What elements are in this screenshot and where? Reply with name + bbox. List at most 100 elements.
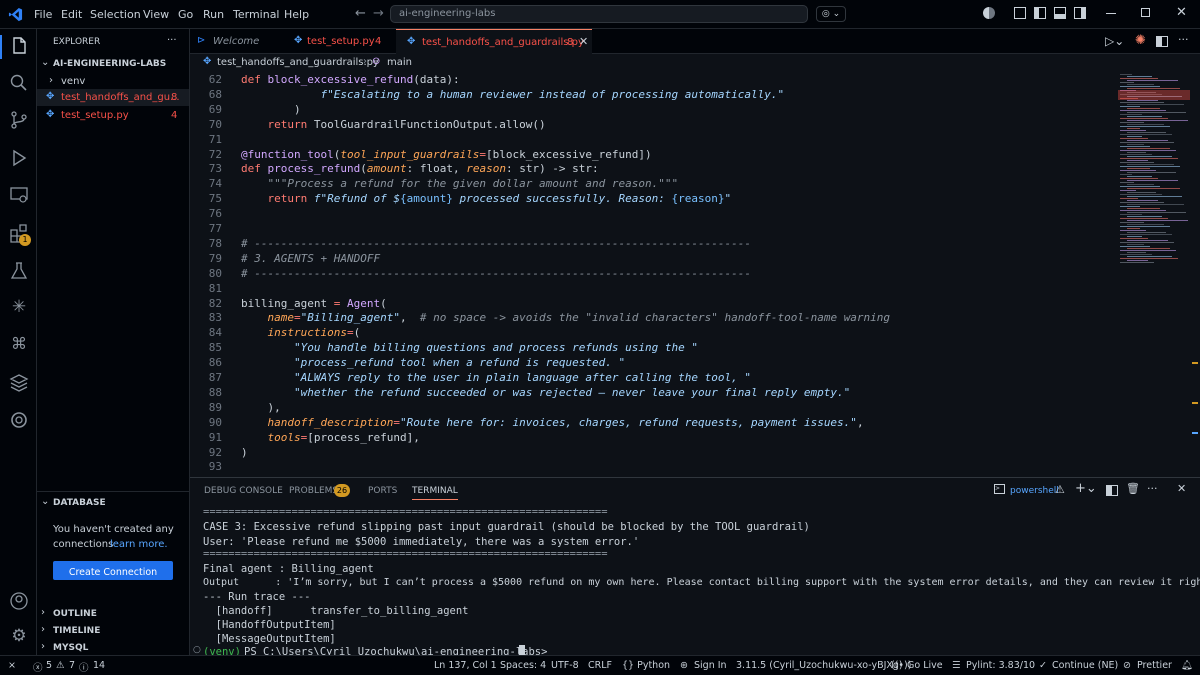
layers-icon[interactable] xyxy=(8,372,30,394)
sign-in[interactable]: Sign In xyxy=(694,660,727,671)
split-editor-icon[interactable] xyxy=(1156,36,1168,47)
more-actions-icon[interactable]: ··· xyxy=(1178,33,1189,46)
outline-section[interactable]: OUTLINE xyxy=(53,609,97,619)
customize-layout-icon[interactable] xyxy=(1014,7,1026,19)
menu-view[interactable]: View xyxy=(143,8,169,21)
code-line[interactable]: ), xyxy=(241,401,280,414)
line-ending[interactable]: CRLF xyxy=(588,660,612,671)
toggle-sidebar-icon[interactable] xyxy=(1034,7,1046,19)
code-line[interactable]: billing_agent = Agent( xyxy=(241,297,387,310)
code-line[interactable]: return f"Refund of ${amount} processed s… xyxy=(241,192,732,205)
minimize-icon[interactable] xyxy=(1106,13,1116,14)
breadcrumb-symbol[interactable]: main xyxy=(387,57,412,68)
python-interpreter[interactable]: 3.11.5 (Cyril_Uzochukwu-xo-yBJXg) xyxy=(736,660,903,671)
warning-icon[interactable]: ⚠ xyxy=(56,660,65,671)
timeline-section[interactable]: TIMELINE xyxy=(53,626,100,636)
editor-scrollbar[interactable] xyxy=(1190,72,1200,477)
figma-icon[interactable]: ⌘ xyxy=(8,334,30,356)
minimap[interactable] xyxy=(1118,72,1190,477)
forward-arrow-icon[interactable]: → xyxy=(373,6,384,21)
new-terminal-icon[interactable]: +⌄ xyxy=(1075,481,1097,496)
menu-file[interactable]: File xyxy=(34,8,52,21)
tab-test-setup[interactable]: ✥ test_setup.py 4 xyxy=(285,29,395,54)
close-panel-icon[interactable]: ✕ xyxy=(1177,482,1186,495)
menu-run[interactable]: Run xyxy=(203,8,224,21)
tab-test-handoffs[interactable]: ✥ test_handoffs_and_guardrails.py 8 ✕ xyxy=(396,29,592,54)
code-line[interactable]: return ToolGuardrailFunctionOutput.allow… xyxy=(241,118,546,131)
menu-go[interactable]: Go xyxy=(178,8,193,21)
code-line[interactable]: "whether the refund succeeded or was rej… xyxy=(241,386,850,399)
chevron-right-icon[interactable]: › xyxy=(41,641,45,652)
tab-problems[interactable]: PROBLEMS xyxy=(289,486,338,496)
trash-icon[interactable]: 🗑 xyxy=(1126,482,1140,495)
continue-status[interactable]: Continue (NE) xyxy=(1052,660,1118,671)
code-line[interactable]: def process_refund(amount: float, reason… xyxy=(241,162,599,175)
code-line[interactable]: name="Billing_agent", # no space -> avoi… xyxy=(241,311,891,324)
back-arrow-icon[interactable]: ← xyxy=(355,6,366,21)
file-tree-item-handoffs[interactable]: ✥ test_handoffs_and_gu... 8 xyxy=(37,89,189,106)
menu-help[interactable]: Help xyxy=(284,8,309,21)
explorer-more-icon[interactable]: ··· xyxy=(167,35,177,46)
notifications-bell-icon[interactable]: 🔔︎ xyxy=(1181,660,1193,671)
code-line[interactable]: tools=[process_refund], xyxy=(241,431,420,444)
file-tree-item-venv[interactable]: venv xyxy=(61,76,85,87)
cursor-position[interactable]: Ln 137, Col 1 xyxy=(434,660,497,671)
explorer-icon[interactable] xyxy=(8,35,30,57)
panel-more-icon[interactable]: ··· xyxy=(1147,482,1158,495)
code-line[interactable]: # --------------------------------------… xyxy=(241,237,751,250)
chevron-right-icon[interactable]: › xyxy=(41,624,45,635)
project-folder[interactable]: AI-ENGINEERING-LABS xyxy=(53,59,166,69)
remote-icon[interactable]: ⨯ xyxy=(8,660,16,671)
encoding[interactable]: UTF-8 xyxy=(551,660,579,671)
shell-name[interactable]: powershell xyxy=(1010,486,1059,496)
copilot-icon[interactable]: ◎ ⌄ xyxy=(816,6,846,22)
pylint-score[interactable]: Pylint: 3.83/10 xyxy=(966,660,1035,671)
code-line[interactable]: "You handle billing questions and proces… xyxy=(241,341,698,354)
toggle-secondary-sidebar-icon[interactable] xyxy=(1074,7,1086,19)
code-line[interactable]: f"Escalating to a human reviewer instead… xyxy=(241,88,784,101)
learn-more-link[interactable]: learn more. xyxy=(110,539,168,550)
code-line[interactable]: ) xyxy=(241,103,301,116)
code-editor[interactable]: 62 def block_excessive_refund(data): 68 f"… xyxy=(190,72,1110,477)
run-debug-icon[interactable] xyxy=(8,147,30,169)
code-line[interactable]: "process_refund tool when a refund is re… xyxy=(241,356,625,369)
chevron-right-icon[interactable]: › xyxy=(49,75,53,86)
mysql-section[interactable]: MYSQL xyxy=(53,643,88,653)
copilot-spark-icon[interactable]: ✳ xyxy=(8,297,30,319)
menu-terminal[interactable]: Terminal xyxy=(233,8,280,21)
account-icon[interactable] xyxy=(8,590,30,612)
error-count[interactable]: 5 xyxy=(46,660,52,671)
close-tab-icon[interactable]: ✕ xyxy=(579,35,588,48)
toggle-panel-icon[interactable] xyxy=(1054,7,1066,19)
error-icon[interactable]: ⓧ xyxy=(33,660,43,674)
database-section-title[interactable]: DATABASE xyxy=(53,498,106,508)
prettier[interactable]: Prettier xyxy=(1137,660,1172,671)
command-center-search[interactable]: ai-engineering-labs xyxy=(390,5,808,23)
run-python-icon[interactable]: ▷⌄ xyxy=(1105,34,1124,48)
chevron-right-icon[interactable]: › xyxy=(41,607,45,618)
code-line[interactable]: """Process a refund for the given dollar… xyxy=(241,177,679,190)
go-live[interactable]: Go Live xyxy=(907,660,943,671)
create-connection-button[interactable]: Create Connection xyxy=(53,561,173,580)
search-icon[interactable] xyxy=(8,72,30,94)
split-terminal-icon[interactable] xyxy=(1106,485,1118,496)
chevron-down-icon[interactable]: ⌄ xyxy=(41,496,49,507)
tab-ports[interactable]: PORTS xyxy=(368,486,397,496)
info-icon[interactable]: ⓘ xyxy=(79,660,89,674)
code-line[interactable]: @function_tool(tool_input_guardrails=[bl… xyxy=(241,148,652,161)
openai-icon[interactable] xyxy=(8,409,30,431)
manage-gear-icon[interactable]: ⚙ xyxy=(8,626,30,648)
code-line[interactable]: ) xyxy=(241,446,248,459)
file-tree-item-setup[interactable]: ✥ test_setup.py 4 xyxy=(37,107,189,124)
copilot-spark-icon[interactable]: ✺ xyxy=(1135,33,1146,48)
code-line[interactable]: handoff_description="Route here for: inv… xyxy=(241,416,864,429)
accounts-icon[interactable] xyxy=(983,7,995,19)
remote-explorer-icon[interactable] xyxy=(8,184,30,206)
restore-icon[interactable] xyxy=(1141,8,1150,17)
menu-edit[interactable]: Edit xyxy=(61,8,82,21)
close-window-icon[interactable]: ✕ xyxy=(1176,5,1187,20)
code-line[interactable]: # --------------------------------------… xyxy=(241,267,751,280)
chevron-down-icon[interactable]: ⌄ xyxy=(41,57,49,68)
indentation[interactable]: Spaces: 4 xyxy=(500,660,546,671)
source-control-icon[interactable] xyxy=(8,109,30,131)
